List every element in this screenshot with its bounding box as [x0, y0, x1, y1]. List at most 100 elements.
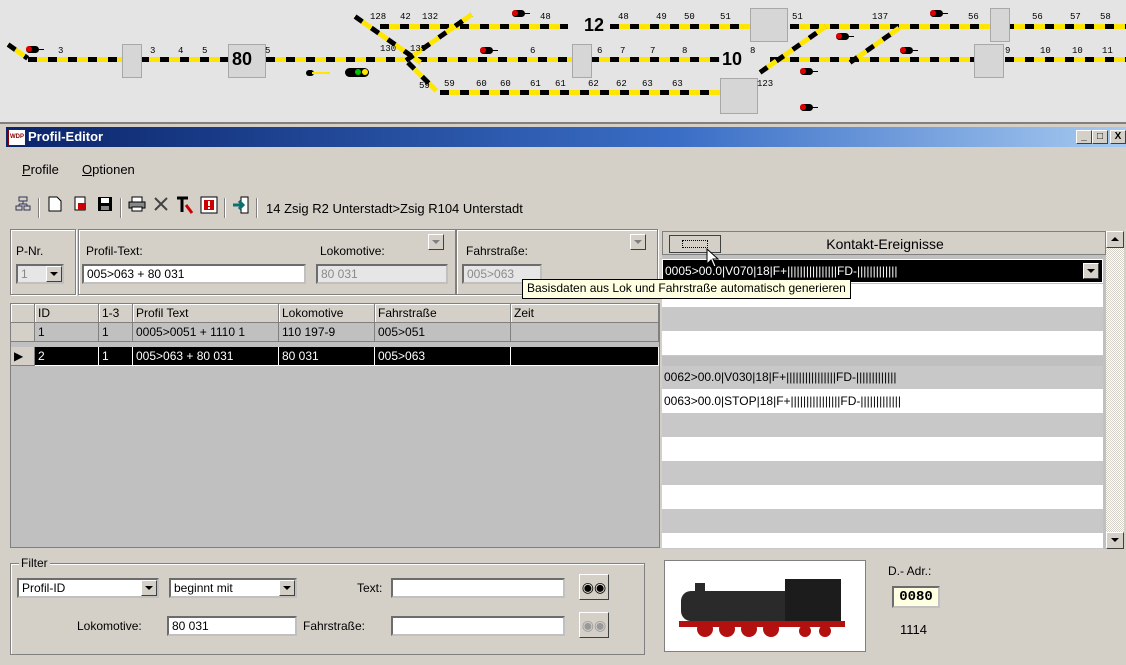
track-number: 57: [1070, 12, 1081, 22]
block-number: 10: [722, 49, 743, 69]
track-number: 7: [620, 46, 626, 56]
track-block: [990, 8, 1010, 42]
table-row[interactable]: 1 1 0005>0051 + 1110 1 110 197-9 005>051: [11, 323, 659, 342]
header-fahrstrasse[interactable]: Fahrstraße: [375, 304, 511, 323]
signal-icon[interactable]: [512, 10, 530, 17]
close-button[interactable]: X: [1110, 130, 1126, 144]
track-number: 62: [588, 79, 599, 89]
header-zeit[interactable]: Zeit: [511, 304, 659, 323]
signal-icon[interactable]: [800, 104, 818, 111]
signal-icon[interactable]: [800, 68, 818, 75]
signal-icon[interactable]: [900, 47, 918, 54]
menu-bar: Profile Optionen: [6, 148, 1126, 177]
filter-mode-dropdown-icon[interactable]: [279, 580, 295, 596]
track-number: 56: [968, 12, 979, 22]
binoculars-icon: ◉◉: [581, 579, 607, 595]
track-number: 48: [540, 12, 551, 22]
window-title: Profil-Editor: [28, 129, 104, 144]
alert-icon[interactable]: [198, 196, 220, 218]
kontakt-row[interactable]: [662, 414, 1103, 438]
cell-zeit: [511, 347, 659, 366]
save-icon[interactable]: [94, 196, 116, 218]
track-block: [572, 44, 592, 78]
row-dropdown-icon[interactable]: [1083, 263, 1099, 279]
printer-icon[interactable]: [126, 196, 148, 218]
fahrstrasse-dropdown-icon[interactable]: [630, 234, 646, 250]
filter-lok-input[interactable]: 80 031: [167, 616, 297, 636]
track-block: [720, 78, 758, 114]
header-profiltext[interactable]: Profil Text: [133, 304, 279, 323]
track-number: 42: [400, 12, 411, 22]
row-indicator-header: [11, 304, 35, 323]
kontakt-row[interactable]: [662, 308, 1103, 332]
maximize-button[interactable]: □: [1092, 130, 1108, 144]
filter-text-input[interactable]: [391, 578, 565, 598]
kontakt-row[interactable]: [662, 332, 1103, 356]
header-id[interactable]: ID: [35, 304, 99, 323]
scroll-up-icon[interactable]: [1106, 231, 1124, 248]
filter-mode-select[interactable]: beginnt mit: [169, 578, 297, 598]
signal-icon[interactable]: [930, 10, 948, 17]
switch-key-icon[interactable]: [306, 68, 332, 77]
track-number: 9: [1005, 46, 1011, 56]
kontakt-header: Kontakt-Ereignisse: [662, 231, 1106, 255]
kontakt-scrollbar[interactable]: [1106, 231, 1124, 549]
block-number: 12: [584, 15, 605, 35]
track-segment: [590, 57, 720, 62]
signal-icon[interactable]: [836, 33, 854, 40]
kontakt-row[interactable]: [662, 462, 1103, 486]
scroll-down-icon[interactable]: [1106, 532, 1124, 549]
track-segment: [1005, 57, 1126, 62]
filter-field-dropdown-icon[interactable]: [141, 580, 157, 596]
tree-icon[interactable]: [12, 196, 34, 218]
track-number: 6: [530, 46, 536, 56]
track-number: 130: [380, 44, 397, 54]
exit-icon[interactable]: [230, 196, 252, 218]
track-number: 123: [757, 79, 774, 89]
pnr-dropdown-icon[interactable]: [46, 266, 62, 282]
filter-legend: Filter: [19, 556, 50, 570]
header-lokomotive[interactable]: Lokomotive: [279, 304, 375, 323]
kontakt-row[interactable]: [662, 534, 1103, 549]
delete-icon[interactable]: [150, 196, 172, 218]
cell-profiltext: 005>063 + 80 031: [133, 347, 279, 366]
lokomotive-input[interactable]: 80 031: [316, 264, 448, 284]
binoculars-search-button-disabled[interactable]: ◉◉: [579, 612, 609, 638]
kontakt-row[interactable]: [662, 510, 1103, 534]
toolbar: 14 Zsig R2 Unterstadt>Zsig R104 Untersta…: [10, 193, 676, 223]
menu-optionen[interactable]: Optionen: [82, 162, 135, 177]
kontakt-row[interactable]: [662, 486, 1103, 510]
binoculars-search-button[interactable]: ◉◉: [579, 574, 609, 600]
track-segment: [28, 57, 124, 62]
track-diagram-panel[interactable]: 80 12 10 3 3 4 5 5 128 42 132 48 48 49 5…: [0, 0, 1126, 124]
table-row-selected[interactable]: ▶ 2 1 005>063 + 80 031 80 031 005>063: [11, 347, 659, 366]
new-document-icon[interactable]: [44, 196, 66, 218]
cell-lokomotive: 110 197-9: [279, 323, 375, 342]
track-number: 60: [476, 79, 487, 89]
header-1-3[interactable]: 1-3: [99, 304, 133, 323]
menu-profile[interactable]: Profile: [22, 162, 59, 177]
text-tool-icon[interactable]: [174, 196, 196, 218]
print-preview-icon[interactable]: [70, 196, 92, 218]
row-indicator: [11, 323, 35, 342]
filter-fahr-input[interactable]: [391, 616, 565, 636]
profiltext-input[interactable]: 005>063 + 80 031: [82, 264, 306, 284]
lokomotive-dropdown-icon[interactable]: [428, 234, 444, 250]
kontakt-row[interactable]: [662, 438, 1103, 462]
decoder-address-value: 0080: [892, 586, 940, 608]
track-number: 7: [650, 46, 656, 56]
window-titlebar[interactable]: WDP Profil-Editor _ □ X: [6, 127, 1126, 147]
profile-table[interactable]: ID 1-3 Profil Text Lokomotive Fahrstraße…: [10, 303, 660, 548]
toolbar-separator: [120, 198, 122, 218]
track-segment: [770, 57, 975, 62]
kontakt-row[interactable]: 0062>00.0|V030|18|F+||||||||||||||||FD-|…: [662, 366, 1103, 390]
signal-icon[interactable]: [480, 47, 498, 54]
filter-field-select[interactable]: Profil-ID: [17, 578, 159, 598]
filter-text-label: Text:: [357, 581, 383, 595]
kontakt-row[interactable]: 0063>00.0|STOP|18|F+||||||||||||||||FD-|…: [662, 390, 1103, 414]
signal-icon[interactable]: [26, 46, 44, 53]
kontakt-header-label: Kontakt-Ereignisse: [826, 236, 944, 252]
track-number: 5: [202, 46, 208, 56]
green-signal-icon[interactable]: [345, 68, 369, 77]
minimize-button[interactable]: _: [1076, 130, 1092, 144]
